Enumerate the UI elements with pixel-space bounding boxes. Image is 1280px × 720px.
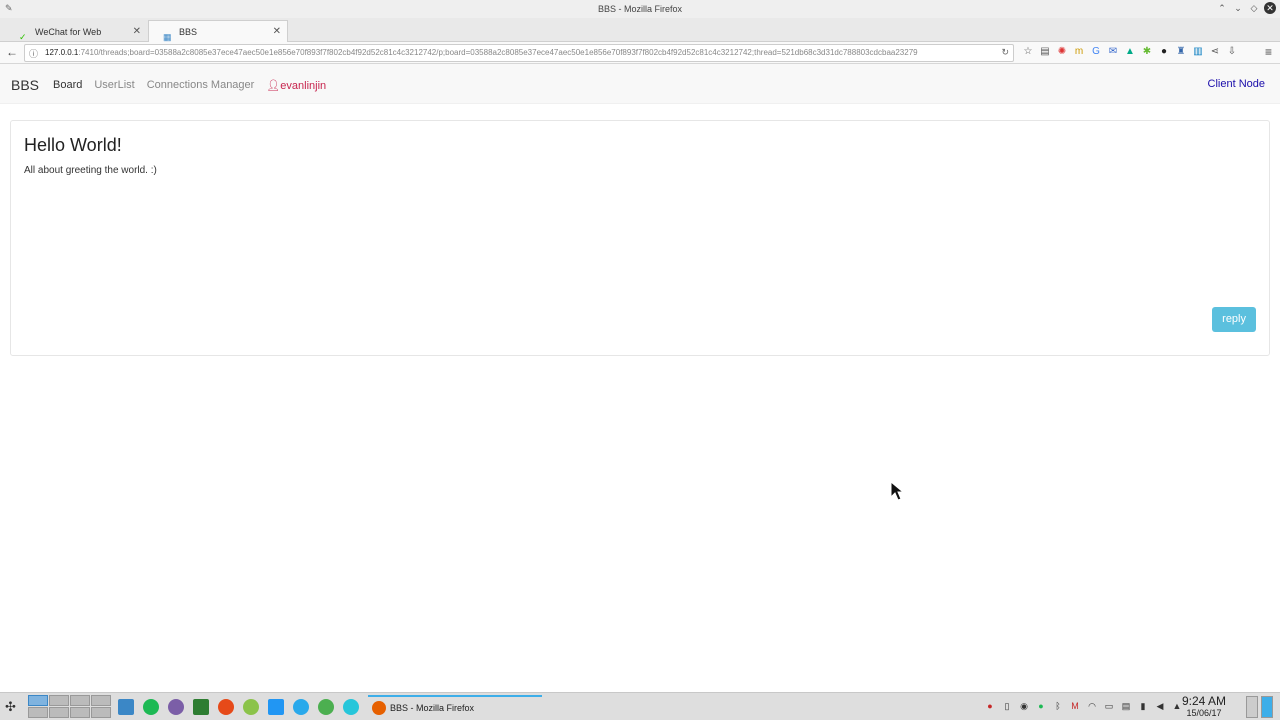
site-info-icon[interactable]: ⓘ: [29, 47, 38, 60]
mail-icon[interactable]: ✉: [1107, 46, 1119, 58]
close-tab-icon[interactable]: ✕: [133, 21, 141, 43]
app-icon[interactable]: [243, 699, 259, 715]
show-desktop[interactable]: [1246, 696, 1276, 718]
nav-item-userlist[interactable]: UserList: [94, 79, 134, 92]
wifi-icon[interactable]: ◠: [1086, 700, 1098, 712]
tab-wechat[interactable]: ✓ WeChat for Web ✕: [4, 20, 148, 42]
client-node-link[interactable]: Client Node: [1208, 78, 1265, 90]
desktop-4[interactable]: [91, 695, 111, 706]
desktop-3[interactable]: [70, 695, 90, 706]
taskbar-task-firefox[interactable]: BBS - Mozilla Firefox: [368, 695, 542, 719]
desktop-6[interactable]: [49, 707, 69, 718]
download-icon[interactable]: ⇩: [1226, 46, 1238, 58]
tab-bbs[interactable]: ▦ BBS ✕: [148, 20, 288, 42]
system-tray: ● ▯ ◉ ● ᛒ M ◠ ▭ ▤ ▮ ◀ ▲: [984, 700, 1183, 712]
tab-strip: ✓ WeChat for Web ✕ ▦ BBS ✕ +: [0, 18, 1280, 54]
thread-title: Hello World!: [24, 135, 122, 155]
toolbar-icons: ☆ ▤ ✺ m G ✉ ▲ ✱ ● ♜ ▥ ⋖ ⇩: [1022, 46, 1238, 58]
app-navbar: BBS Board UserList Connections Manager 👤…: [0, 64, 1280, 104]
spotify-icon[interactable]: [143, 699, 159, 715]
user-name: evanlinjin: [280, 80, 327, 92]
share-icon[interactable]: ⋖: [1209, 46, 1221, 58]
terminal-icon[interactable]: [193, 699, 209, 715]
nav-links: Board UserList Connections Manager 👤︎eva…: [53, 79, 326, 92]
mail-tray-icon[interactable]: M: [1069, 700, 1081, 712]
minimize-icon[interactable]: ⌄: [1232, 2, 1244, 14]
extension-icon[interactable]: ✺: [1056, 46, 1068, 58]
url-text[interactable]: 127.0.0.1:7410/threads;board=03588a2c808…: [45, 48, 995, 57]
keep-above-icon[interactable]: ⌃: [1216, 2, 1228, 14]
desktop-8[interactable]: [91, 707, 111, 718]
clock[interactable]: 9:24 AM 15/06/17: [1176, 694, 1232, 719]
desktop-1[interactable]: [28, 695, 48, 706]
maximize-icon[interactable]: ◇: [1248, 2, 1260, 14]
cloud-icon[interactable]: [343, 699, 359, 715]
app-icon[interactable]: [218, 699, 234, 715]
telegram-icon[interactable]: [293, 699, 309, 715]
extension-icon[interactable]: ✱: [1141, 46, 1153, 58]
trello-icon[interactable]: ▥: [1192, 46, 1204, 58]
thread-panel: Hello World! All about greeting the worl…: [10, 120, 1270, 356]
clipboard-icon[interactable]: ▯: [1001, 700, 1013, 712]
reload-icon[interactable]: ↻: [1001, 47, 1009, 58]
close-window-icon[interactable]: ✕: [1264, 2, 1276, 14]
spotify-tray-icon[interactable]: ●: [1035, 700, 1047, 712]
reader-view-icon[interactable]: ▤: [1039, 46, 1051, 58]
app-icon[interactable]: [168, 699, 184, 715]
show-desktop-icon[interactable]: [1246, 696, 1258, 718]
thread-body: All about greeting the world. :): [24, 165, 157, 176]
window-titlebar: ✎ BBS - Mozilla Firefox ⌃ ⌄ ◇ ✕: [0, 0, 1280, 18]
task-label: BBS - Mozilla Firefox: [390, 703, 475, 713]
clock-date: 15/06/17: [1186, 708, 1222, 718]
nav-item-user[interactable]: 👤︎evanlinjin: [266, 79, 326, 92]
file-manager-icon[interactable]: [118, 699, 134, 715]
desktop-2[interactable]: [49, 695, 69, 706]
navigation-toolbar: ← ⓘ 127.0.0.1:7410/threads;board=03588a2…: [0, 42, 1280, 64]
app-icon[interactable]: [318, 699, 334, 715]
notes-icon[interactable]: ▤: [1120, 700, 1132, 712]
github-icon[interactable]: ●: [1158, 46, 1170, 58]
tab-label: WeChat for Web: [35, 27, 102, 37]
url-host: 127.0.0.1: [45, 48, 79, 57]
tab-label: BBS: [179, 27, 198, 37]
url-path: :7410/threads;board=03588a2c8085e37ece47…: [78, 48, 918, 57]
pinned-apps: [118, 699, 359, 715]
desktop-pager[interactable]: [28, 695, 111, 718]
desktop-5[interactable]: [28, 707, 48, 718]
app-launcher-icon[interactable]: ✣: [5, 699, 16, 715]
show-desktop-icon[interactable]: [1261, 696, 1273, 718]
app-icon[interactable]: [268, 699, 284, 715]
bookmark-star-icon[interactable]: ☆: [1022, 46, 1034, 58]
back-arrow-icon[interactable]: ←: [6, 45, 18, 59]
page-content: BBS Board UserList Connections Manager 👤…: [0, 64, 1280, 692]
media-icon[interactable]: ◉: [1018, 700, 1030, 712]
user-icon: 👤︎: [266, 80, 281, 92]
drive-icon[interactable]: ▲: [1124, 46, 1136, 58]
brand[interactable]: BBS: [11, 77, 39, 93]
window-title: BBS - Mozilla Firefox: [597, 4, 683, 14]
clock-time: 9:24 AM: [1181, 694, 1227, 708]
window-controls: ⌃ ⌄ ◇ ✕: [1216, 2, 1276, 14]
taskbar: ✣ BBS - Mozilla Firefox ● ▯ ◉ ● ᛒ M ◠ ▭ …: [0, 692, 1280, 720]
nav-item-connections-manager[interactable]: Connections Manager: [147, 79, 255, 92]
hamburger-menu-icon[interactable]: ≡: [1265, 45, 1272, 59]
volume-icon[interactable]: ◀: [1154, 700, 1166, 712]
display-icon[interactable]: ▭: [1103, 700, 1115, 712]
extension-icon[interactable]: ♜: [1175, 46, 1187, 58]
close-tab-icon[interactable]: ✕: [273, 21, 281, 43]
reply-button[interactable]: reply: [1212, 307, 1256, 332]
firefox-icon: [372, 701, 386, 715]
url-bar[interactable]: ⓘ 127.0.0.1:7410/threads;board=03588a2c8…: [24, 44, 1014, 62]
desktop-7[interactable]: [70, 707, 90, 718]
nav-item-board[interactable]: Board: [53, 79, 82, 92]
bluetooth-icon[interactable]: ᛒ: [1052, 700, 1064, 712]
battery-icon[interactable]: ▮: [1137, 700, 1149, 712]
tray-app-icon[interactable]: ●: [984, 700, 996, 712]
mouse-cursor-icon: [890, 481, 904, 501]
extension-icon[interactable]: m: [1073, 46, 1085, 58]
google-icon[interactable]: G: [1090, 46, 1102, 58]
